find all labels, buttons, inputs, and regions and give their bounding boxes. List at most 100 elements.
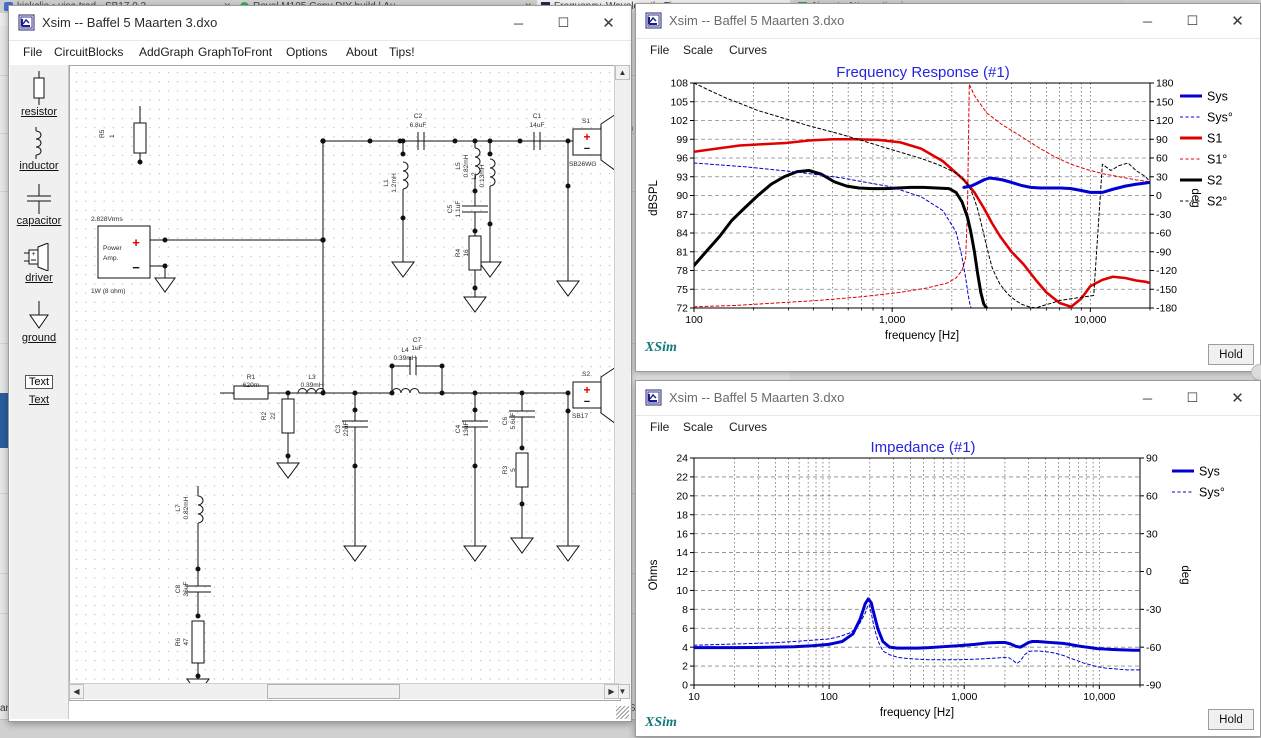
menu-graphtofront[interactable]: GraphToFront bbox=[198, 45, 272, 59]
window-titlebar[interactable]: Xsim -- Baffel 5 Maarten 3.dxo ─ ☐ ✕ bbox=[636, 4, 1260, 39]
menu-tips[interactable]: Tips! bbox=[389, 45, 415, 59]
driver-icon: + bbox=[24, 243, 49, 271]
menu-file[interactable]: File bbox=[23, 45, 42, 59]
y-axis-tick-label: 84 bbox=[676, 228, 688, 240]
y2-axis-tick-label: -120 bbox=[1156, 265, 1177, 277]
y-axis-tick-label: 90 bbox=[676, 190, 688, 202]
close-button[interactable]: ✕ bbox=[1215, 381, 1260, 415]
palette-item-capacitor[interactable]: capacitor bbox=[10, 184, 68, 227]
y-axis-tick-label: 108 bbox=[670, 78, 688, 90]
capacitor-icon bbox=[27, 184, 51, 214]
impedance-window: Xsim -- Baffel 5 Maarten 3.dxo ─ ☐ ✕ Fil… bbox=[635, 380, 1261, 737]
chart-title: Frequency Response (#1) bbox=[836, 64, 1009, 81]
menu-circuitblocks[interactable]: CircuitBlocks bbox=[54, 45, 123, 59]
y2-axis-tick-label: 0 bbox=[1156, 190, 1162, 202]
legend-label: Sys bbox=[1199, 465, 1220, 479]
x-axis-tick-label: 10,000 bbox=[1083, 691, 1115, 703]
menu-curves[interactable]: Curves bbox=[729, 420, 767, 434]
scroll-indicator[interactable] bbox=[1251, 364, 1261, 381]
y-axis-tick-label: 102 bbox=[670, 115, 688, 127]
close-button[interactable]: ✕ bbox=[586, 6, 631, 40]
window-title: Xsim -- Baffel 5 Maarten 3.dxo bbox=[669, 390, 845, 405]
driver-plus-icon: + bbox=[583, 130, 590, 144]
driver-model: SB17 bbox=[572, 413, 588, 420]
series-Sys° bbox=[694, 603, 1140, 671]
scroll-left-arrow[interactable]: ◀ bbox=[69, 684, 84, 699]
y-axis-title: dBSPL bbox=[648, 179, 660, 215]
x-axis-tick-label: 1,000 bbox=[951, 691, 977, 703]
xsim-app-icon bbox=[18, 14, 35, 31]
palette-item-text[interactable]: Text Text bbox=[10, 372, 68, 406]
y2-axis-tick-label: 150 bbox=[1156, 96, 1174, 108]
y-axis-tick-label: 2 bbox=[682, 661, 688, 673]
scroll-thumb[interactable] bbox=[267, 684, 400, 699]
palette-item-inductor[interactable]: inductor bbox=[10, 127, 68, 172]
component-label: C7 bbox=[413, 337, 422, 344]
minimize-button[interactable]: ─ bbox=[496, 6, 541, 40]
resize-grip[interactable] bbox=[616, 706, 629, 719]
component-label: R1 bbox=[247, 374, 256, 381]
y-axis-tick-label: 16 bbox=[676, 528, 688, 540]
component-label: R6 bbox=[175, 637, 182, 646]
window-controls: ─ ☐ ✕ bbox=[1125, 381, 1260, 415]
maximize-button[interactable]: ☐ bbox=[1170, 381, 1215, 415]
y-axis-tick-label: 20 bbox=[676, 490, 688, 502]
minimize-button[interactable]: ─ bbox=[1125, 4, 1170, 38]
plot-area[interactable]: Frequency Response (#1) 72 75 78 81 84 87 90 93 9… bbox=[637, 63, 1259, 370]
close-button[interactable]: ✕ bbox=[1215, 4, 1260, 38]
component-value: 22uF bbox=[343, 421, 350, 436]
hold-button[interactable]: Hold bbox=[1208, 344, 1254, 365]
scroll-right-arrow[interactable]: ▶ bbox=[604, 684, 619, 699]
menu-options[interactable]: Options bbox=[286, 45, 327, 59]
palette-label: capacitor bbox=[16, 215, 62, 227]
menu-file[interactable]: File bbox=[650, 420, 669, 434]
y2-axis-title: deg bbox=[1189, 188, 1201, 207]
menu-scale[interactable]: Scale bbox=[683, 420, 713, 434]
maximize-button[interactable]: ☐ bbox=[1170, 4, 1215, 38]
menu-scale[interactable]: Scale bbox=[683, 43, 713, 57]
component-value: 36uF bbox=[183, 581, 190, 596]
y-axis-tick-label: 14 bbox=[676, 547, 688, 559]
y2-axis-tick-label: -180 bbox=[1156, 303, 1177, 315]
driver-ref: S1 bbox=[582, 118, 590, 125]
schematic-canvas[interactable]: R5 1 C2 6.8uF C1 14uF L2 0.13mH 2.828Vrm… bbox=[69, 65, 621, 701]
maximize-button[interactable]: ☐ bbox=[541, 6, 586, 40]
y-axis-tick-label: 81 bbox=[676, 246, 688, 258]
y-axis-tick-label: 72 bbox=[676, 303, 688, 315]
scroll-up-arrow[interactable]: ▲ bbox=[615, 65, 630, 80]
legend-label: S2° bbox=[1207, 195, 1227, 209]
palette-item-resistor[interactable]: resistor bbox=[10, 71, 68, 118]
x-axis-title: frequency [Hz] bbox=[885, 330, 959, 342]
menu-about[interactable]: About bbox=[346, 45, 377, 59]
xsim-logo: XSim bbox=[644, 715, 677, 730]
hold-button[interactable]: Hold bbox=[1208, 709, 1254, 730]
component-label: R3 bbox=[502, 465, 509, 474]
inductor-icon bbox=[35, 127, 42, 159]
plot-area[interactable]: Impedance (#1) 0 2 4 6 8 10 12 14 16 18 20 22 24 -90 -6… bbox=[637, 440, 1259, 735]
y2-axis-tick-label: 60 bbox=[1146, 490, 1158, 502]
menu-file[interactable]: File bbox=[650, 43, 669, 57]
horizontal-scrollbar[interactable]: ◀ ▶ bbox=[69, 683, 619, 699]
svg-text:+: + bbox=[31, 251, 35, 258]
palette-item-driver[interactable]: + driver bbox=[10, 243, 68, 284]
component-value: 1.2mH bbox=[391, 173, 398, 193]
vertical-scrollbar[interactable]: ▲ ▼ bbox=[614, 65, 630, 699]
x-axis-tick-label: 10,000 bbox=[1074, 314, 1106, 326]
y-axis-tick-label: 4 bbox=[682, 642, 688, 654]
menu-addgraph[interactable]: AddGraph bbox=[139, 45, 194, 59]
y2-axis-tick-label: -60 bbox=[1146, 642, 1161, 654]
component-label: C4 bbox=[455, 424, 462, 433]
y-axis-tick-label: 93 bbox=[676, 171, 688, 183]
menu-curves[interactable]: Curves bbox=[729, 43, 767, 57]
palette-item-ground[interactable]: ground bbox=[10, 301, 68, 344]
menubar: File Scale Curves bbox=[636, 39, 1260, 64]
component-value: 0.39mH bbox=[300, 382, 323, 389]
component-label: C8 bbox=[175, 584, 182, 593]
driver-plus-icon: + bbox=[583, 383, 590, 397]
window-titlebar[interactable]: Xsim -- Baffel 5 Maarten 3.dxo ─ ☐ ✕ bbox=[9, 6, 631, 41]
menubar: File CircuitBlocks AddGraph GraphToFront… bbox=[9, 41, 631, 66]
minimize-button[interactable]: ─ bbox=[1125, 381, 1170, 415]
y2-axis-tick-label: -30 bbox=[1146, 604, 1161, 616]
y-axis-title: Ohms bbox=[648, 559, 660, 590]
window-titlebar[interactable]: Xsim -- Baffel 5 Maarten 3.dxo ─ ☐ ✕ bbox=[636, 381, 1260, 416]
